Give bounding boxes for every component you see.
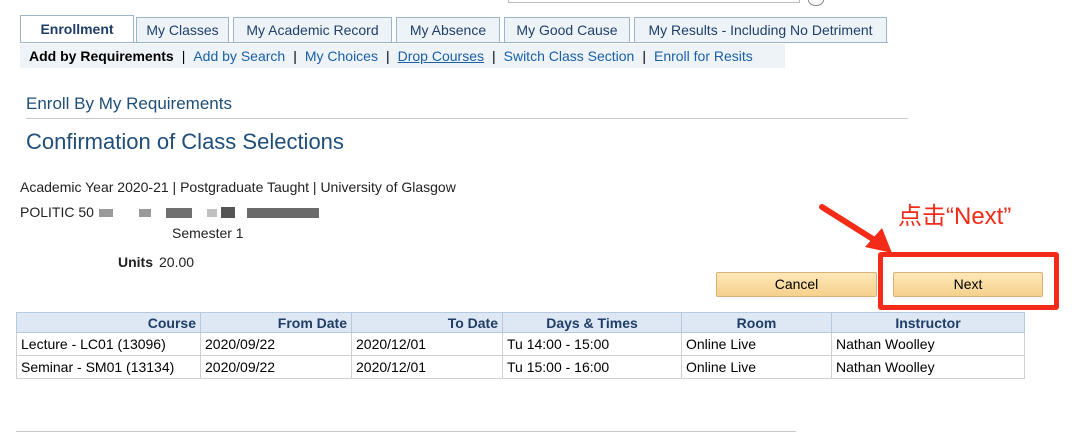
subnav-enroll-for-resits[interactable]: Enroll for Resits: [654, 48, 753, 64]
next-button-highlight: [878, 252, 1059, 310]
help-icon[interactable]: [808, 0, 824, 6]
table-cell: Online Live: [681, 355, 832, 379]
redaction-block: [166, 208, 192, 218]
subnav-separator: |: [181, 48, 186, 64]
course-code: POLITIC 50: [20, 204, 94, 220]
column-header: Course: [16, 312, 201, 333]
subnav-separator: |: [642, 48, 646, 64]
table-cell: Tu 15:00 - 16:00: [502, 355, 682, 379]
subnav-separator: |: [293, 48, 297, 64]
tab-enrollment[interactable]: Enrollment: [20, 15, 134, 43]
tab-my-academic-record[interactable]: My Academic Record: [233, 17, 392, 43]
table-cell: 2020/12/01: [351, 332, 503, 356]
redaction-block: [221, 207, 235, 218]
table-cell: Nathan Woolley: [831, 332, 1025, 356]
table-row: Lecture - LC01 (13096) 2020/09/22 2020/1…: [16, 332, 1025, 356]
subnav-add-by-search[interactable]: Add by Search: [193, 48, 285, 64]
page-title: Confirmation of Class Selections: [26, 129, 344, 154]
table-cell: 2020/09/22: [200, 332, 352, 356]
table-cell: 2020/09/22: [200, 355, 352, 379]
subnav-my-choices[interactable]: My Choices: [305, 48, 378, 64]
cancel-button[interactable]: Cancel: [716, 272, 877, 297]
units-value: 20.00: [159, 254, 195, 270]
subnav-switch-class-section[interactable]: Switch Class Section: [504, 48, 635, 64]
subnav-separator: |: [491, 48, 496, 64]
table-cell: 2020/12/01: [351, 355, 503, 379]
tabbar-divider: [20, 42, 888, 43]
redaction-block: [99, 209, 113, 217]
redaction-block: [207, 209, 217, 217]
table-cell: Seminar - SM01 (13134): [16, 355, 201, 379]
column-header: From Date: [200, 312, 352, 333]
column-header: Days & Times: [502, 312, 682, 333]
tab-my-classes[interactable]: My Classes: [136, 17, 229, 43]
top-input-remnant: [508, 0, 800, 3]
subnav-bar: Add by Requirements | Add by Search | My Cho…: [20, 44, 785, 68]
table-cell: Online Live: [681, 332, 832, 356]
bottom-divider: [16, 431, 796, 432]
class-table: Course From Date To Date Days & Times Ro…: [16, 312, 1025, 379]
subnav-drop-courses[interactable]: Drop Courses: [398, 48, 484, 64]
table-cell: Lecture - LC01 (13096): [16, 332, 201, 356]
tab-my-results[interactable]: My Results - Including No Detriment: [634, 17, 887, 43]
semester: Semester 1: [172, 225, 244, 241]
column-header: To Date: [351, 312, 503, 333]
column-header: Room: [681, 312, 832, 333]
annotation-text: 点击“Next”: [898, 203, 1012, 230]
subnav-current: Add by Requirements: [29, 48, 174, 64]
units-label: Units: [118, 254, 153, 270]
redaction-block: [247, 208, 319, 218]
table-cell: Tu 14:00 - 15:00: [502, 332, 682, 356]
subnav-separator: |: [385, 48, 390, 64]
section-divider: [26, 118, 908, 119]
column-header: Instructor: [831, 312, 1025, 333]
table-cell: Nathan Woolley: [831, 355, 1025, 379]
tab-my-absence[interactable]: My Absence: [396, 17, 500, 43]
redaction-block: [139, 209, 151, 217]
academic-info: Academic Year 2020-21 | Postgraduate Tau…: [20, 179, 456, 195]
tab-my-good-cause[interactable]: My Good Cause: [504, 17, 630, 43]
section-title: Enroll By My Requirements: [26, 94, 232, 113]
table-header-row: Course From Date To Date Days & Times Ro…: [16, 312, 1025, 333]
table-row: Seminar - SM01 (13134) 2020/09/22 2020/1…: [16, 355, 1025, 379]
